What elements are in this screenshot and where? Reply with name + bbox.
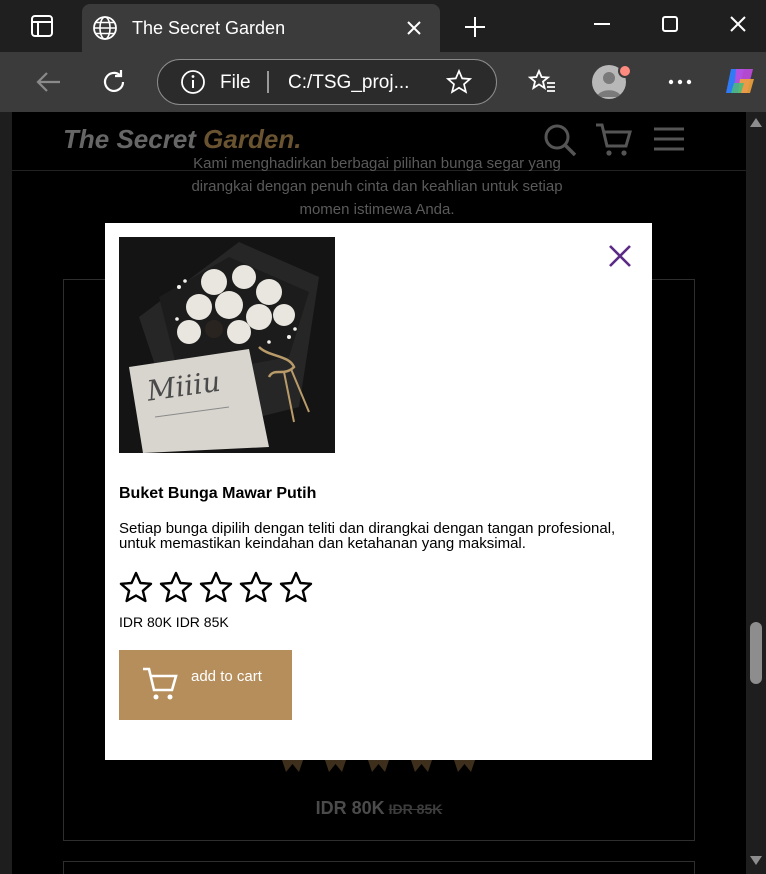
- add-to-cart-label: add to cart: [191, 668, 262, 685]
- product-price: IDR 80K IDR 85K: [119, 614, 229, 630]
- star-icon[interactable]: [119, 571, 153, 603]
- modal-close-button[interactable]: [605, 241, 635, 271]
- menu-icon[interactable]: [652, 126, 686, 152]
- background-price: IDR 80K IDR 85K: [12, 798, 746, 819]
- logo-text-main: The Secret: [63, 124, 204, 154]
- favorites-icon: [528, 69, 555, 92]
- address-bar[interactable]: File C:/TSG_proj...: [157, 59, 497, 105]
- browser-tab[interactable]: The Secret Garden: [82, 4, 440, 52]
- logo-text-accent: Garden.: [203, 124, 302, 154]
- cart-icon: [143, 667, 178, 700]
- info-icon[interactable]: [180, 69, 206, 95]
- star-icon[interactable]: [446, 69, 472, 95]
- address-separator: [267, 71, 269, 93]
- close-icon: [609, 245, 631, 267]
- close-icon: [730, 16, 746, 32]
- close-icon: [407, 21, 421, 35]
- hero-line: dirangkai dengan penuh cinta dan keahlia…: [191, 178, 563, 195]
- product-card-background-next: [63, 861, 695, 874]
- scroll-thumb[interactable]: [750, 622, 762, 684]
- refresh-button[interactable]: [94, 62, 134, 102]
- maximize-icon: [662, 16, 678, 32]
- refresh-icon: [103, 70, 125, 92]
- hero-line: momen istimewa Anda.: [299, 201, 455, 218]
- back-button[interactable]: [28, 62, 68, 102]
- window-icon: [31, 15, 53, 37]
- minimize-button[interactable]: [574, 6, 630, 42]
- product-description: Setiap bunga dipilih dengan teliti dan d…: [119, 520, 616, 552]
- globe-icon: [93, 16, 117, 40]
- minimize-icon: [594, 23, 610, 25]
- tab-actions-button[interactable]: [18, 12, 66, 40]
- maximize-button[interactable]: [642, 6, 698, 42]
- address-scheme: File: [220, 72, 251, 93]
- copilot-icon[interactable]: [722, 63, 758, 99]
- more-icon: [668, 79, 692, 85]
- background-price-current: IDR 80K: [315, 798, 385, 818]
- hero-description: Kami menghadirkan berbagai pilihan bunga…: [162, 152, 592, 221]
- settings-more-button[interactable]: [660, 62, 700, 102]
- product-title: Buket Bunga Mawar Putih: [119, 485, 317, 502]
- page-scrollbar[interactable]: [746, 112, 766, 874]
- favorites-button[interactable]: [522, 62, 562, 102]
- cart-icon[interactable]: [594, 122, 634, 158]
- product-modal: Miiiu Buket Bunga Mawar Putih Setiap bun…: [105, 223, 652, 760]
- notification-dot: [618, 64, 632, 78]
- back-icon: [36, 72, 60, 92]
- bouquet-image: Miiiu: [119, 237, 335, 453]
- rating-stars[interactable]: [119, 571, 313, 603]
- tab-title: The Secret Garden: [132, 17, 286, 38]
- star-icon[interactable]: [239, 571, 273, 603]
- hero-line: Kami menghadirkan berbagai pilihan bunga…: [193, 155, 561, 172]
- star-icon[interactable]: [279, 571, 313, 603]
- window-close-button[interactable]: [710, 6, 766, 42]
- product-image: Miiiu: [119, 237, 335, 453]
- new-tab-button[interactable]: [458, 10, 492, 44]
- site-logo[interactable]: The Secret Garden.: [63, 124, 301, 155]
- browser-titlebar: The Secret Garden: [0, 0, 766, 52]
- star-icon[interactable]: [199, 571, 233, 603]
- address-url[interactable]: C:/TSG_proj...: [288, 72, 409, 94]
- background-price-old: IDR 85K: [388, 801, 443, 817]
- star-icon[interactable]: [159, 571, 193, 603]
- add-to-cart-button[interactable]: add to cart: [119, 650, 292, 720]
- scroll-down-arrow[interactable]: [750, 856, 762, 865]
- tab-close-button[interactable]: [400, 14, 428, 42]
- plus-icon: [465, 17, 485, 37]
- scroll-up-arrow[interactable]: [750, 118, 762, 127]
